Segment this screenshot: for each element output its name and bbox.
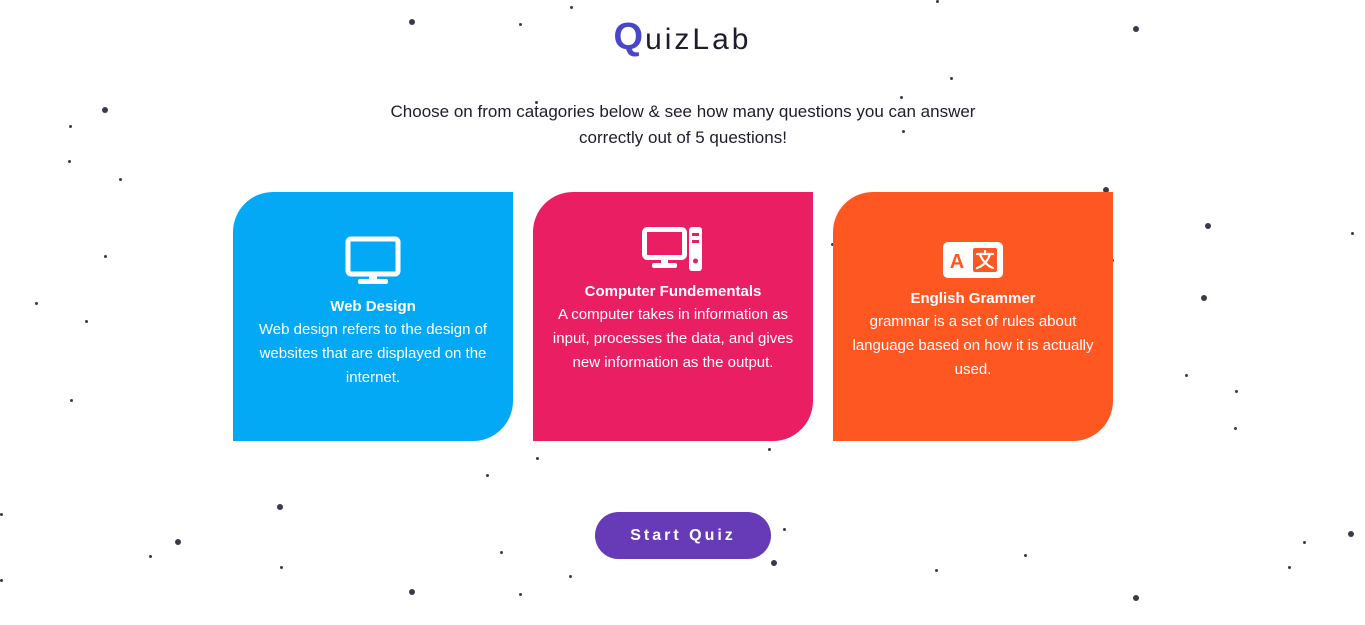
category-card-web-design[interactable]: Web Design Web design refers to the desi… [233,192,513,441]
category-description: Web design refers to the design of websi… [258,321,488,386]
category-description: A computer takes in information as input… [552,306,794,371]
category-card-computer-fundementals[interactable]: Computer Fundementals A computer takes i… [533,192,813,441]
category-description: grammar is a set of rules about language… [852,313,1094,378]
start-quiz-button[interactable]: Start Quiz [595,512,771,559]
category-title: Computer Fundementals [584,283,762,300]
intro-text: Choose on from catagories below & see ho… [390,102,976,147]
svg-text:A: A [950,251,964,273]
category-card-english-grammer[interactable]: A English Grammer grammar is a set of ru… [833,192,1113,441]
desktop-computer-icon [642,227,702,271]
category-title: English Grammer [910,290,1036,307]
logo-rest: uizLab [645,23,752,56]
quizlab-logo: QuizLab [0,16,1365,59]
monitor-icon [345,236,401,284]
category-title: Web Design [330,298,416,315]
logo-first-letter: Q [613,16,646,58]
translate-icon: A [943,242,1003,278]
